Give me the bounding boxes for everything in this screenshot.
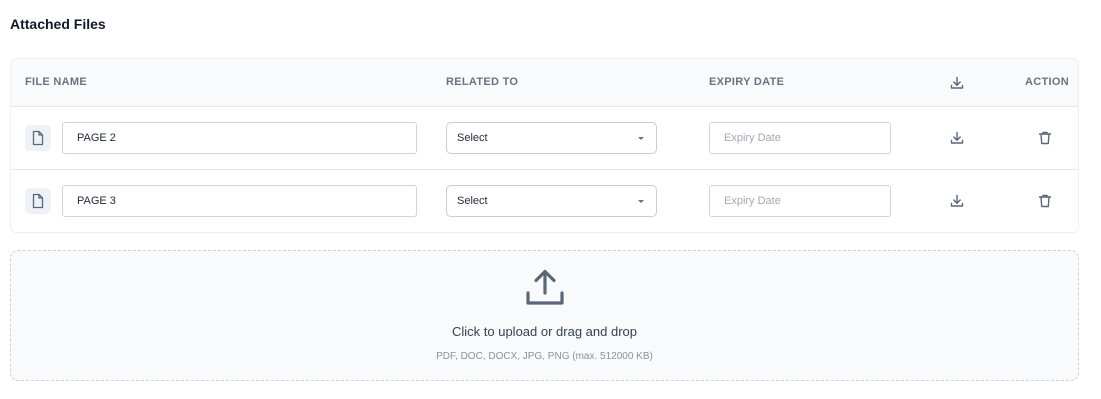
header-action: ACTION <box>1025 76 1069 88</box>
expiry-date-input[interactable] <box>709 185 891 217</box>
file-name-input[interactable] <box>62 185 417 217</box>
header-related-to: RELATED TO <box>446 76 519 88</box>
header-file-name: FILE NAME <box>25 76 87 88</box>
trash-icon[interactable] <box>1033 189 1057 213</box>
file-icon <box>25 188 51 214</box>
file-icon <box>25 125 51 151</box>
trash-icon[interactable] <box>1033 126 1057 150</box>
related-to-select[interactable]: Select <box>446 185 657 217</box>
header-expiry-date: EXPIRY DATE <box>709 76 785 88</box>
download-icon[interactable] <box>945 126 969 150</box>
table-header: FILE NAME RELATED TO EXPIRY DATE ACTION <box>11 59 1078 107</box>
upload-icon <box>524 267 566 309</box>
table-row: Select <box>11 170 1078 232</box>
upload-instruction: Click to upload or drag and drop <box>451 324 637 339</box>
table-row: Select <box>11 107 1078 170</box>
section-title: Attached Files <box>10 16 106 32</box>
download-all-icon[interactable] <box>945 71 969 95</box>
related-to-value: Select <box>457 132 488 144</box>
file-name-input[interactable] <box>62 122 417 154</box>
chevron-down-icon <box>638 136 644 140</box>
related-to-select[interactable]: Select <box>446 122 657 154</box>
attached-files-table: FILE NAME RELATED TO EXPIRY DATE ACTION … <box>10 58 1079 233</box>
download-icon[interactable] <box>945 189 969 213</box>
related-to-value: Select <box>457 195 488 207</box>
expiry-date-input[interactable] <box>709 122 891 154</box>
upload-dropzone[interactable]: Click to upload or drag and drop PDF, DO… <box>10 250 1079 381</box>
upload-file-types: PDF, DOC, DOCX, JPG, PNG (max. 512000 KB… <box>436 351 653 362</box>
chevron-down-icon <box>638 199 644 203</box>
